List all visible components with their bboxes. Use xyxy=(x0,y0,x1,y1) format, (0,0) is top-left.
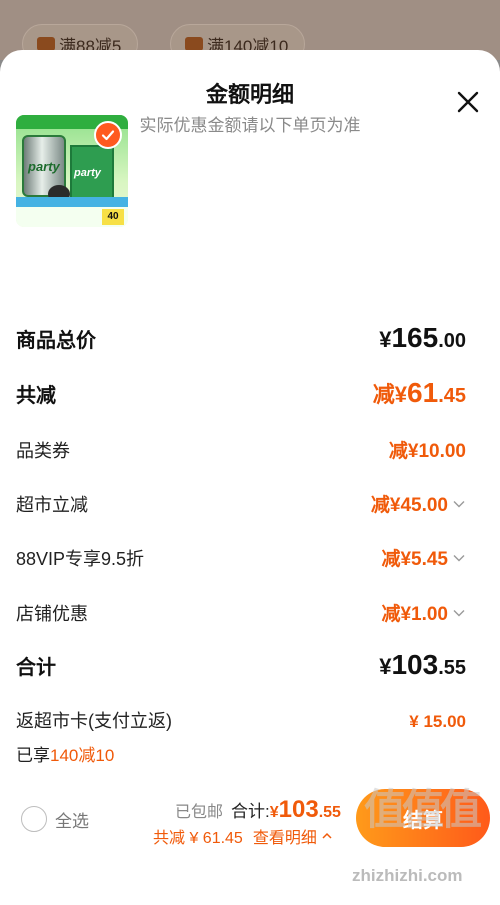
rebate-value: ¥ 15.00 xyxy=(409,712,466,731)
price-decimal: .55 xyxy=(438,657,466,679)
view-details-link[interactable]: 查看明细 xyxy=(253,824,334,848)
total-price-value: ¥ 165 .00 xyxy=(379,322,466,354)
subtotal-row: 合计 ¥ 103 .55 xyxy=(16,649,466,681)
checkout-button[interactable]: 结算 xyxy=(356,789,490,847)
view-details-label: 查看明细 xyxy=(252,830,317,847)
select-all-toggle[interactable]: 全选 xyxy=(21,806,89,832)
select-all-radio[interactable] xyxy=(21,806,47,832)
rebate-row: 返超市卡(支付立返) ¥ 15.00 xyxy=(16,707,466,733)
chevron-down-icon[interactable] xyxy=(452,497,466,511)
category-coupon-label: 品类券 xyxy=(16,441,70,461)
coupon-icon xyxy=(185,37,203,51)
footer-total-label: 合计: xyxy=(231,802,270,821)
category-coupon-value: 减¥10.00 xyxy=(388,441,466,462)
enjoyed-highlight: 140减10 xyxy=(50,746,115,765)
chevron-down-icon[interactable] xyxy=(452,606,466,620)
store-discount-value: 减¥1.00 xyxy=(381,604,448,625)
promo-band xyxy=(16,197,128,207)
subtotal-label: 合计 xyxy=(16,657,56,679)
chevron-up-icon xyxy=(322,832,332,839)
sheet-title: 金额明细 xyxy=(205,82,294,107)
footer-saved-amount: 共减 ¥ 61.45 xyxy=(153,830,243,847)
total-discount-label: 共减 xyxy=(16,385,56,407)
rebate-label: 返超市卡(支付立返) xyxy=(16,711,172,731)
discount-integer: 61 xyxy=(407,377,439,408)
enjoyed-prefix: 已享 xyxy=(16,746,50,765)
total-price-label: 商品总价 xyxy=(16,330,96,352)
price-integer: 165 xyxy=(391,322,439,353)
select-all-label: 全选 xyxy=(55,811,89,831)
product-box-label: party xyxy=(74,167,101,179)
close-icon[interactable] xyxy=(456,90,480,114)
total-price-row: 商品总价 ¥ 165 .00 xyxy=(16,322,466,354)
vip-discount-row[interactable]: 88VIP专享9.5折 减¥5.45 xyxy=(16,544,466,571)
total-discount-value: 减¥ 61 .45 xyxy=(373,377,466,409)
shipping-label: 已包邮 xyxy=(175,804,224,821)
footer-total-decimal: .55 xyxy=(318,804,341,821)
price-decimal: .00 xyxy=(438,330,466,352)
footer-total: 已包邮 合计: ¥ 103 .55 xyxy=(175,796,341,824)
store-discount-row[interactable]: 店铺优惠 减¥1.00 xyxy=(16,599,466,626)
vip-discount-label: 88VIP专享9.5折 xyxy=(16,549,145,569)
discount-prefix: 减¥ xyxy=(372,382,408,407)
currency-symbol: ¥ xyxy=(379,654,392,679)
product-price-tag: 40 xyxy=(102,209,124,225)
total-discount-row: 共减 减¥ 61 .45 xyxy=(16,377,466,409)
footer-total-integer: 103 xyxy=(278,796,319,823)
price-integer: 103 xyxy=(391,649,439,680)
footer-savings: 共减 ¥ 61.45 查看明细 xyxy=(153,824,334,848)
category-coupon-row: 品类券 减¥10.00 xyxy=(16,436,466,463)
subtotal-value: ¥ 103 .55 xyxy=(379,649,466,681)
store-discount-label: 店铺优惠 xyxy=(16,604,88,624)
vip-discount-value: 减¥5.45 xyxy=(381,549,448,570)
footer-total-currency: ¥ xyxy=(269,804,279,821)
discount-decimal: .45 xyxy=(438,385,466,407)
supermarket-discount-value: 减¥45.00 xyxy=(370,495,448,516)
chevron-down-icon[interactable] xyxy=(452,551,466,565)
selected-check-icon xyxy=(94,121,122,149)
currency-symbol: ¥ xyxy=(379,327,392,352)
enjoyed-promotion: 已享140减10 xyxy=(16,741,114,766)
product-can-label: party xyxy=(28,159,60,174)
product-thumbnail[interactable]: party party 40 xyxy=(16,115,128,227)
coupon-icon xyxy=(37,37,55,51)
supermarket-discount-label: 超市立减 xyxy=(16,495,88,515)
supermarket-discount-row[interactable]: 超市立减 减¥45.00 xyxy=(16,490,466,517)
